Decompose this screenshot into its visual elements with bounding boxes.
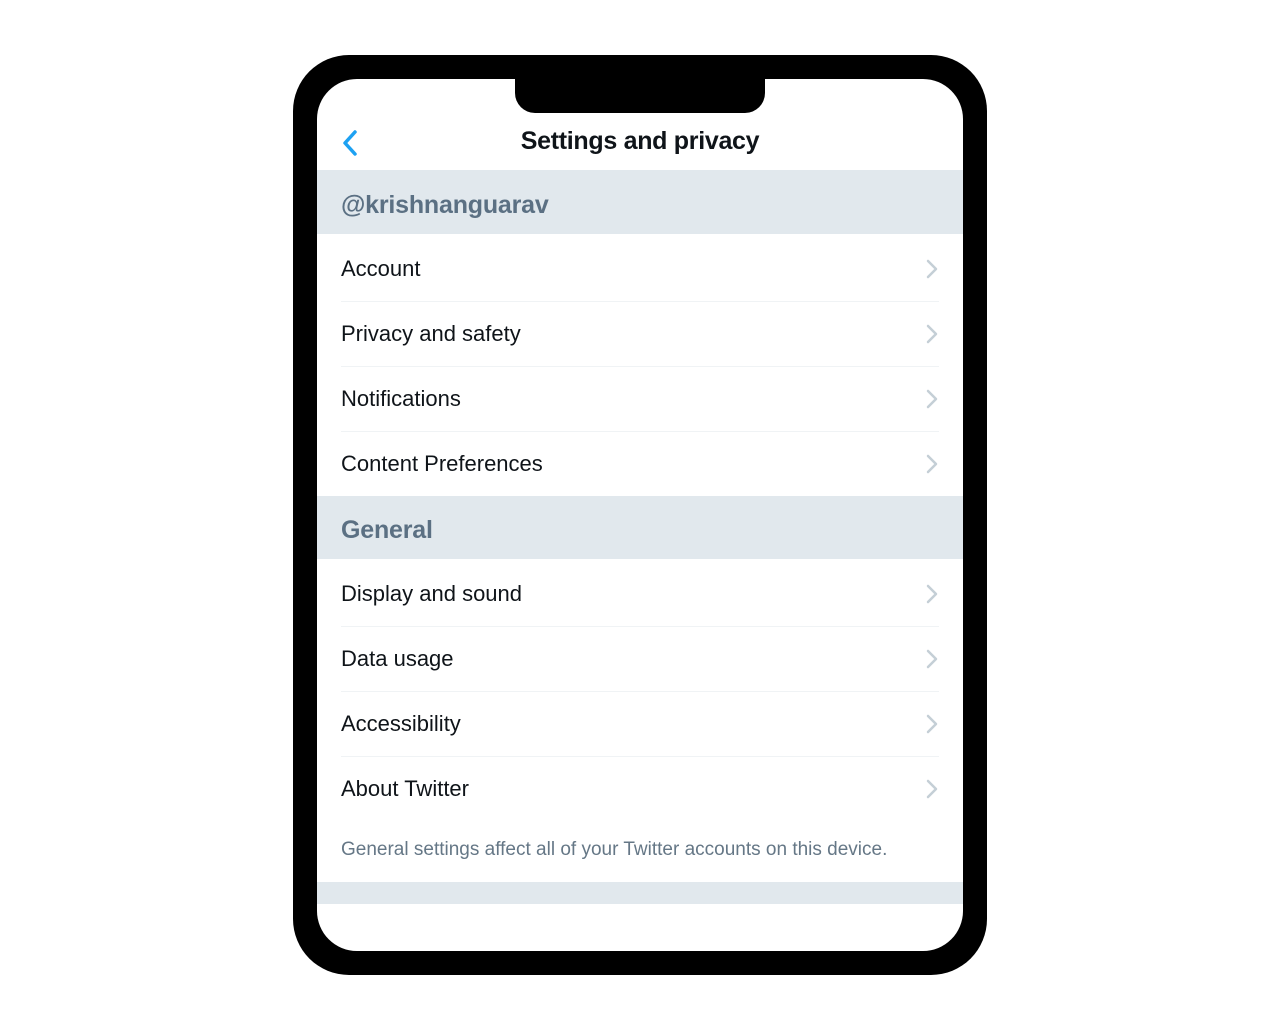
- screen: Settings and privacy @krishnanguarav Acc…: [317, 79, 963, 951]
- chevron-left-icon: [341, 129, 359, 157]
- chevron-right-icon: [925, 453, 939, 475]
- section-header-general: General: [317, 496, 963, 559]
- list-item-display-sound[interactable]: Display and sound: [341, 559, 939, 627]
- chevron-right-icon: [925, 258, 939, 280]
- list-item-label: Account: [341, 256, 421, 282]
- chevron-right-icon: [925, 583, 939, 605]
- list-item-account[interactable]: Account: [341, 234, 939, 302]
- list-item-accessibility[interactable]: Accessibility: [341, 692, 939, 757]
- chevron-right-icon: [925, 648, 939, 670]
- list-item-label: Privacy and safety: [341, 321, 521, 347]
- phone-inner: Settings and privacy @krishnanguarav Acc…: [305, 67, 975, 963]
- chevron-right-icon: [925, 713, 939, 735]
- list-item-data-usage[interactable]: Data usage: [341, 627, 939, 692]
- phone-notch: [515, 79, 765, 113]
- list-item-content-preferences[interactable]: Content Preferences: [341, 432, 939, 496]
- chevron-right-icon: [925, 323, 939, 345]
- section-header-text: @krishnanguarav: [341, 191, 939, 220]
- section-divider: [317, 882, 963, 904]
- section-footer-text: General settings affect all of your Twit…: [317, 821, 963, 882]
- section-account-group: Account Privacy and safety Notifications: [317, 234, 963, 496]
- chevron-right-icon: [925, 778, 939, 800]
- list-item-about-twitter[interactable]: About Twitter: [341, 757, 939, 821]
- page-title: Settings and privacy: [521, 127, 760, 156]
- phone-frame: Settings and privacy @krishnanguarav Acc…: [293, 55, 987, 975]
- list-item-label: Content Preferences: [341, 451, 543, 477]
- list-item-label: About Twitter: [341, 776, 469, 802]
- list-item-label: Notifications: [341, 386, 461, 412]
- list-item-notifications[interactable]: Notifications: [341, 367, 939, 432]
- section-general-group: Display and sound Data usage Accessibili…: [317, 559, 963, 821]
- section-header-text: General: [341, 516, 939, 545]
- list-item-privacy-safety[interactable]: Privacy and safety: [341, 302, 939, 367]
- list-item-label: Accessibility: [341, 711, 461, 737]
- list-item-label: Data usage: [341, 646, 454, 672]
- section-header-username: @krishnanguarav: [317, 171, 963, 234]
- chevron-right-icon: [925, 388, 939, 410]
- list-item-label: Display and sound: [341, 581, 522, 607]
- back-button[interactable]: [335, 128, 365, 158]
